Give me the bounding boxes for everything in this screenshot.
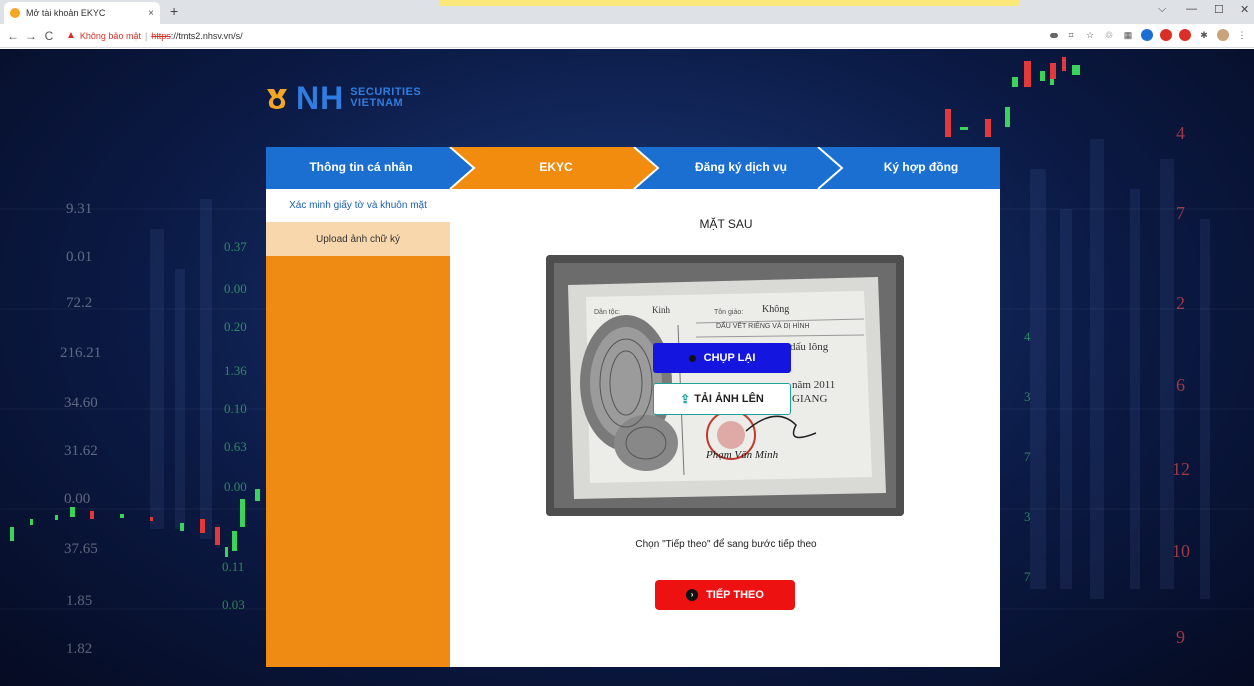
avatar-icon[interactable]: [1217, 29, 1229, 41]
next-button[interactable]: › TIẾP THEO: [655, 580, 795, 610]
messenger-icon[interactable]: [1141, 29, 1153, 41]
progress-steps: Thông tin cá nhân EKYC Đăng ký dịch vụ K…: [266, 147, 1000, 189]
arrow-right-icon: ›: [686, 589, 699, 601]
extension-grid-icon[interactable]: ▦: [1122, 29, 1134, 41]
bg-number: 6: [1176, 375, 1185, 395]
bg-number: 0.20: [224, 319, 247, 334]
bg-number: 9.31: [66, 201, 93, 217]
bg-number: 0.37: [224, 239, 247, 254]
bg-number: 1.36: [224, 363, 247, 378]
bg-number: 10: [1172, 541, 1190, 561]
browser-tab-bar: Mở tài khoản EKYC × + ⌵ — ☐ ✕: [0, 0, 1254, 24]
religion-value: Không: [762, 304, 790, 315]
page-background: 9.31 0.01 72.2 216.21 34.60 31.62 0.00 3…: [0, 49, 1254, 686]
bookmark-star-icon[interactable]: ☆: [1084, 29, 1096, 41]
bg-number: 7: [1024, 449, 1031, 464]
bg-number: 34.60: [64, 395, 98, 411]
reload-button[interactable]: C: [40, 29, 58, 43]
nh-securities-logo[interactable]: NH SECURITIES VIETNAM: [264, 82, 421, 114]
back-button[interactable]: ←: [4, 29, 22, 43]
bg-number: 4: [1176, 123, 1185, 143]
logo-line2: VIETNAM: [350, 97, 404, 109]
tab-close-icon[interactable]: ×: [148, 8, 154, 19]
tab-search-icon[interactable]: ⌵: [1158, 3, 1166, 16]
shield-icon[interactable]: [1160, 29, 1172, 41]
url-text[interactable]: ://tmts2.nhsv.vn/s/: [171, 31, 243, 41]
minimize-button[interactable]: —: [1186, 3, 1197, 15]
logo-subtitle: SECURITIES VIETNAM: [350, 87, 421, 109]
bg-number: 12: [1172, 459, 1190, 479]
address-bar: ← → C ▲ Không bảo mật | https://tmts2.nh…: [0, 24, 1254, 48]
retake-label: CHỤP LẠI: [703, 352, 756, 364]
bg-number: 37.65: [64, 541, 98, 557]
yellow-highlight-strip: [440, 0, 1020, 6]
step-service-registration[interactable]: Đăng ký dịch vụ: [666, 160, 816, 174]
security-status[interactable]: Không bảo mật: [80, 31, 141, 41]
cast-icon[interactable]: [1050, 33, 1058, 38]
maximize-button[interactable]: ☐: [1214, 3, 1224, 16]
translate-icon[interactable]: ⌗: [1065, 29, 1077, 41]
menu-dots-icon[interactable]: ⋮: [1236, 29, 1248, 41]
bg-number: 0.00: [224, 281, 247, 296]
extension-toolbar: ⌗ ☆ ♲ ▦ ✱ ⋮: [1050, 29, 1248, 41]
sidebar: Xác minh giấy tờ và khuôn mặt Upload ảnh…: [266, 189, 450, 667]
signature-text: Phạm Văn Minh: [706, 449, 779, 461]
browser-tab[interactable]: Mở tài khoản EKYC ×: [4, 2, 160, 24]
nh-logo-mark-icon: [267, 89, 287, 109]
features-text: dấu lông: [790, 341, 829, 353]
next-step-hint: Chọn "Tiếp theo" để sang bước tiếp theo: [635, 539, 817, 550]
bg-number: 0.00: [224, 479, 247, 494]
url-separator: |: [144, 30, 148, 41]
ekyc-card: Thông tin cá nhân EKYC Đăng ký dịch vụ K…: [266, 147, 1000, 667]
features-title: DẤU VẾT RIÊNG VÀ DỊ HÌNH: [716, 323, 810, 330]
camera-dot-icon: [688, 354, 696, 362]
upload-photo-button[interactable]: ⇪ TẢI ẢNH LÊN: [653, 383, 791, 415]
bg-number: 1.85: [66, 593, 93, 609]
close-window-button[interactable]: ✕: [1240, 3, 1249, 16]
bg-number: 72.2: [66, 295, 93, 311]
bg-number: 0.63: [224, 439, 247, 454]
bg-number: 0.03: [222, 597, 245, 612]
favicon-icon: [10, 8, 20, 18]
bg-number: 7: [1024, 569, 1031, 584]
upload-label: TẢI ẢNH LÊN: [694, 393, 764, 405]
puzzle-icon[interactable]: ✱: [1198, 29, 1210, 41]
sidebar-item-upload-signature[interactable]: Upload ảnh chữ ký: [266, 222, 450, 256]
upload-cloud-icon: ⇪: [680, 392, 691, 406]
bg-number: 31.62: [64, 443, 98, 459]
bg-number: 7: [1176, 203, 1185, 223]
bg-number: 0.01: [66, 249, 93, 265]
bg-number: 1.82: [66, 641, 93, 657]
bg-number: 9: [1176, 627, 1185, 647]
step-sign-contract[interactable]: Ký hợp đồng: [846, 160, 996, 174]
bg-number: 2: [1176, 293, 1185, 313]
issue-year: năm 2011: [792, 379, 836, 391]
tab-title: Mở tài khoản EKYC: [26, 8, 106, 18]
retake-photo-button[interactable]: CHỤP LẠI: [653, 343, 791, 373]
bg-number: 0.11: [222, 559, 245, 574]
forward-button[interactable]: →: [22, 29, 40, 43]
new-tab-button[interactable]: +: [170, 3, 178, 19]
step-ekyc[interactable]: EKYC: [486, 160, 626, 174]
bg-number: 4: [1024, 329, 1031, 344]
bg-number: 0.00: [64, 491, 91, 507]
adblock-icon[interactable]: [1179, 29, 1191, 41]
extension-recycle-icon[interactable]: ♲: [1103, 29, 1115, 41]
bg-number: 3: [1024, 509, 1031, 524]
sidebar-item-verify-id[interactable]: Xác minh giấy tờ và khuôn mặt: [266, 189, 450, 222]
ethnic-value: Kinh: [652, 305, 670, 315]
issue-place: GIANG: [792, 393, 828, 405]
logo-brand: NH: [296, 80, 345, 116]
bg-number: 216.21: [60, 345, 102, 361]
page-title: MẶT SAU: [699, 217, 753, 231]
next-label: TIẾP THEO: [706, 589, 764, 601]
ethnic-label: Dân tộc:: [594, 309, 621, 316]
warning-icon[interactable]: ▲: [66, 30, 76, 41]
bg-number: 0.10: [224, 401, 247, 416]
url-protocol[interactable]: https: [151, 31, 171, 41]
bg-number: 3: [1024, 389, 1031, 404]
step-personal-info[interactable]: Thông tin cá nhân: [286, 160, 436, 174]
religion-label: Tôn giáo:: [714, 309, 744, 316]
